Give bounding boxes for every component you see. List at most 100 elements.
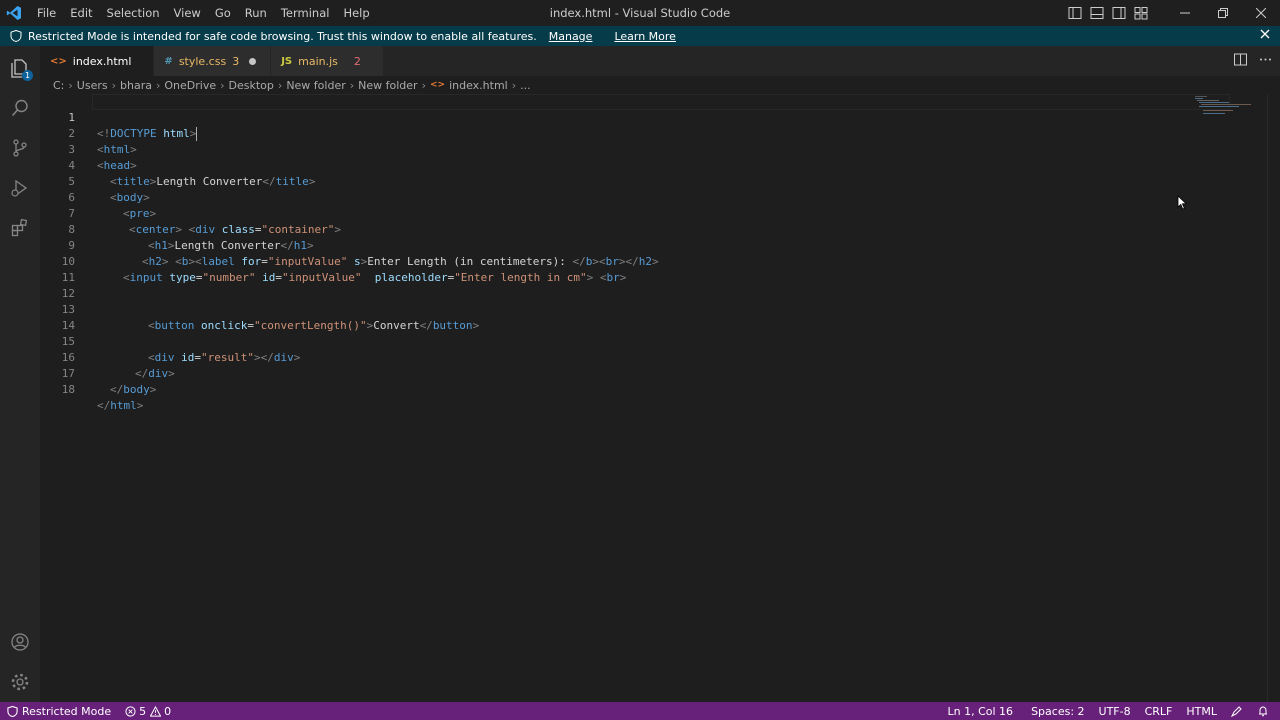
encoding[interactable]: UTF-8	[1092, 702, 1138, 720]
js-file-icon: JS	[281, 55, 293, 67]
breadcrumb-item[interactable]: Users	[77, 79, 108, 92]
breadcrumb-item[interactable]: New folder	[358, 79, 417, 92]
code-line: 10 <input type="number" id="inputValue" …	[40, 238, 627, 284]
code-line: 8 <h1>Length Converter</h1>	[40, 206, 313, 252]
menu-run[interactable]: Run	[238, 0, 274, 26]
chevron-right-icon: ›	[220, 78, 225, 92]
menu-go[interactable]: Go	[208, 0, 238, 26]
code-line: 6 <pre>	[40, 174, 156, 220]
close-banner-icon[interactable]	[1260, 28, 1270, 43]
explorer-icon[interactable]: 1	[0, 48, 40, 88]
menu-selection[interactable]: Selection	[100, 0, 167, 26]
indentation[interactable]: Spaces: 2	[1024, 702, 1091, 720]
code-line: 5 <body>	[40, 158, 149, 204]
customize-layout-icon[interactable]	[1130, 0, 1152, 26]
unsaved-dot-icon[interactable]	[249, 57, 257, 65]
accounts-icon[interactable]	[0, 622, 40, 662]
html-file-icon: <>	[429, 80, 446, 90]
shield-icon	[7, 705, 18, 717]
restricted-mode-status[interactable]: Restricted Mode	[0, 702, 118, 720]
css-file-icon: #	[164, 55, 173, 67]
source-control-icon[interactable]	[0, 128, 40, 168]
shield-icon	[10, 30, 22, 42]
breadcrumb-item[interactable]: Desktop	[229, 79, 274, 92]
minimize-icon[interactable]	[1166, 0, 1204, 26]
code-line: 14	[40, 302, 75, 332]
code-editor[interactable]: 1 <!DOCTYPE html> 2 <html> 3 <head> 4 <t…	[40, 94, 1268, 702]
line-code: <button onclick="convertLength()">Conver…	[148, 319, 480, 332]
vertical-scrollbar[interactable]	[1267, 94, 1280, 702]
line-code: </div>	[135, 367, 175, 380]
cursor-position[interactable]: Ln 1, Col 16	[941, 702, 1021, 720]
more-actions-icon[interactable]	[1259, 53, 1272, 69]
problems-status[interactable]: 5 0	[118, 702, 178, 720]
toggle-primary-sidebar-icon[interactable]	[1064, 0, 1086, 26]
code-line: 15 <div id="result"></div>	[40, 318, 301, 364]
code-line: 9 <h2> <b><label for="inputValue" s>Ente…	[40, 222, 658, 268]
notifications-bell-icon[interactable]	[1250, 702, 1276, 720]
line-code: <body>	[110, 191, 150, 204]
breadcrumb-item[interactable]: index.html	[449, 79, 508, 92]
line-code: <!DOCTYPE html>	[97, 127, 198, 141]
run-debug-icon[interactable]	[0, 168, 40, 208]
error-icon	[125, 705, 136, 717]
tab-style-css[interactable]: # style.css 3	[154, 46, 272, 76]
line-code: <div id="result"></div>	[148, 351, 301, 364]
chevron-right-icon: ›	[349, 78, 355, 92]
breadcrumb-item[interactable]: bhara	[120, 79, 152, 92]
code-line: 11	[40, 254, 75, 284]
toggle-secondary-sidebar-icon[interactable]	[1108, 0, 1130, 26]
line-code: <center> <div class="container">	[129, 223, 341, 236]
menu-bar: File Edit Selection View Go Run Terminal…	[30, 0, 377, 26]
code-line: 13 <button onclick="convertLength()">Con…	[40, 286, 479, 332]
line-code: <h2> <b><label for="inputValue" s>Enter …	[142, 255, 659, 268]
warning-count: 0	[164, 704, 172, 718]
current-line-highlight	[92, 94, 1230, 110]
breadcrumb-item[interactable]: OneDrive	[164, 79, 216, 92]
split-editor-icon[interactable]	[1234, 53, 1247, 69]
extensions-icon[interactable]	[0, 208, 40, 248]
activity-bar: 1	[0, 46, 40, 702]
code-line: 7 <center> <div class="container">	[40, 190, 341, 236]
menu-help[interactable]: Help	[336, 0, 376, 26]
minimap[interactable]	[1195, 96, 1255, 116]
chevron-right-icon: ›	[511, 78, 517, 92]
code-line: 16 </div>	[40, 334, 175, 380]
tab-index-html[interactable]: <> index.html	[40, 46, 155, 76]
warning-icon	[150, 705, 162, 717]
code-line: 2 <html>	[40, 110, 136, 156]
learn-more-link[interactable]: Learn More	[614, 30, 676, 43]
breadcrumb-item[interactable]: ...	[520, 79, 531, 92]
language-mode[interactable]: HTML	[1179, 702, 1224, 720]
line-code: <input type="number" id="inputValue" pla…	[123, 271, 627, 284]
tab-main-js[interactable]: JS main.js 2	[271, 46, 384, 76]
line-code: <h1>Length Converter</h1>	[148, 239, 314, 252]
tab-label: style.css	[178, 54, 227, 68]
menu-view[interactable]: View	[167, 0, 208, 26]
line-code: <pre>	[123, 207, 157, 220]
html-file-icon: <>	[50, 55, 67, 67]
toggle-panel-icon[interactable]	[1086, 0, 1108, 26]
code-line: 18 </html>	[40, 366, 144, 412]
code-line: 17 </body>	[40, 350, 157, 396]
code-line: 3 <head>	[40, 126, 136, 172]
breadcrumb-item[interactable]: C:	[53, 79, 64, 92]
mouse-pointer-icon	[1177, 195, 1187, 213]
close-window-icon[interactable]	[1242, 0, 1280, 26]
menu-edit[interactable]: Edit	[63, 0, 99, 26]
breadcrumb-item[interactable]: New folder	[286, 79, 345, 92]
text-cursor	[196, 127, 198, 141]
restore-icon[interactable]	[1204, 0, 1242, 26]
tab-problem-count: 3	[232, 54, 240, 68]
tab-problem-count: 2	[353, 54, 361, 68]
manage-gear-icon[interactable]	[0, 662, 40, 702]
end-of-line[interactable]: CRLF	[1138, 702, 1180, 720]
error-count: 5	[139, 704, 147, 718]
vscode-logo-icon	[0, 0, 28, 26]
manage-link[interactable]: Manage	[549, 30, 593, 43]
feedback-icon[interactable]	[1224, 702, 1250, 720]
status-bar: Restricted Mode 5 0 Ln 1, Col 16 Spaces:…	[0, 702, 1280, 720]
search-icon[interactable]	[0, 88, 40, 128]
menu-file[interactable]: File	[30, 0, 63, 26]
menu-terminal[interactable]: Terminal	[274, 0, 337, 26]
